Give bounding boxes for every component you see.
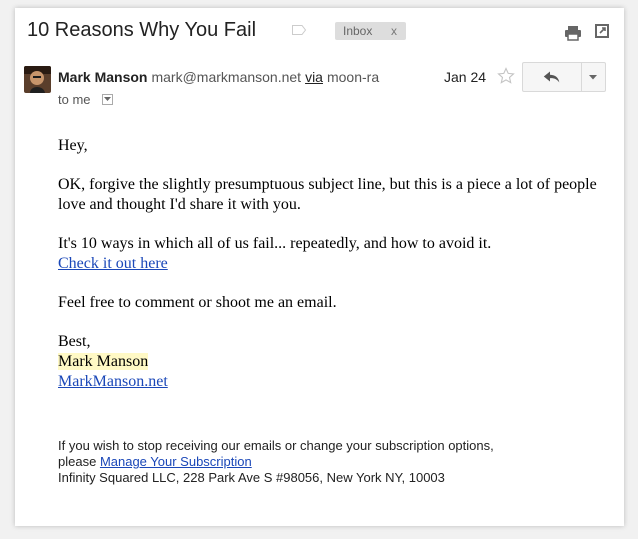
- signature-block: Best, Mark Manson MarkManson.net: [58, 332, 598, 392]
- footer-address: Infinity Squared LLC, 228 Park Ave S #98…: [58, 470, 445, 485]
- via-link[interactable]: via: [305, 69, 323, 85]
- inbox-label-chip: Inbox x: [335, 22, 406, 40]
- reply-icon: [543, 71, 560, 83]
- email-view: 10 Reasons Why You Fail Inbox x Mark Man…: [15, 8, 624, 526]
- sender-name[interactable]: Mark Manson: [58, 69, 147, 85]
- footer-please: please: [58, 454, 97, 469]
- signature-name: Mark Manson: [58, 353, 149, 370]
- manage-subscription-link[interactable]: Manage Your Subscription: [100, 454, 252, 469]
- body-paragraph-2: It's 10 ways in which all of us fail... …: [58, 234, 598, 274]
- sender-email: mark@markmanson.net: [151, 69, 302, 85]
- body-paragraph-1: OK, forgive the slightly presumptuous su…: [58, 176, 597, 213]
- sender-line: Mark Manson mark@markmanson.net via moon-ra: [58, 69, 403, 87]
- dropdown-icon: [589, 75, 597, 80]
- body-paragraph-3: Feel free to comment or shoot me an emai…: [58, 294, 337, 311]
- reply-button[interactable]: [523, 63, 582, 91]
- unsubscribe-footer: If you wish to stop receiving our emails…: [58, 438, 598, 486]
- check-it-out-link[interactable]: Check it out here: [58, 255, 168, 272]
- show-details-toggle[interactable]: [102, 94, 113, 105]
- print-icon[interactable]: [564, 25, 582, 41]
- via-domain: moon-ra: [326, 69, 380, 85]
- remove-label-button[interactable]: x: [391, 22, 397, 40]
- greeting: Hey,: [58, 137, 88, 154]
- new-window-icon[interactable]: [594, 23, 610, 39]
- inbox-label-text: Inbox: [343, 24, 373, 38]
- reply-button-group: [522, 62, 606, 92]
- avatar: [24, 66, 51, 93]
- footer-line-1: If you wish to stop receiving our emails…: [58, 438, 494, 453]
- label-icon[interactable]: [291, 24, 307, 36]
- body-paragraph-2-text: It's 10 ways in which all of us fail... …: [58, 235, 492, 252]
- email-subject: 10 Reasons Why You Fail: [27, 19, 257, 41]
- star-icon[interactable]: [497, 67, 515, 85]
- more-options-button[interactable]: [581, 63, 605, 91]
- email-body: Hey, OK, forgive the slightly presumptuo…: [58, 136, 598, 411]
- website-link[interactable]: MarkManson.net: [58, 373, 168, 390]
- recipient-text: to me: [58, 92, 91, 107]
- signoff: Best,: [58, 333, 91, 350]
- chevron-down-icon: [104, 97, 111, 101]
- email-date: Jan 24: [444, 69, 487, 85]
